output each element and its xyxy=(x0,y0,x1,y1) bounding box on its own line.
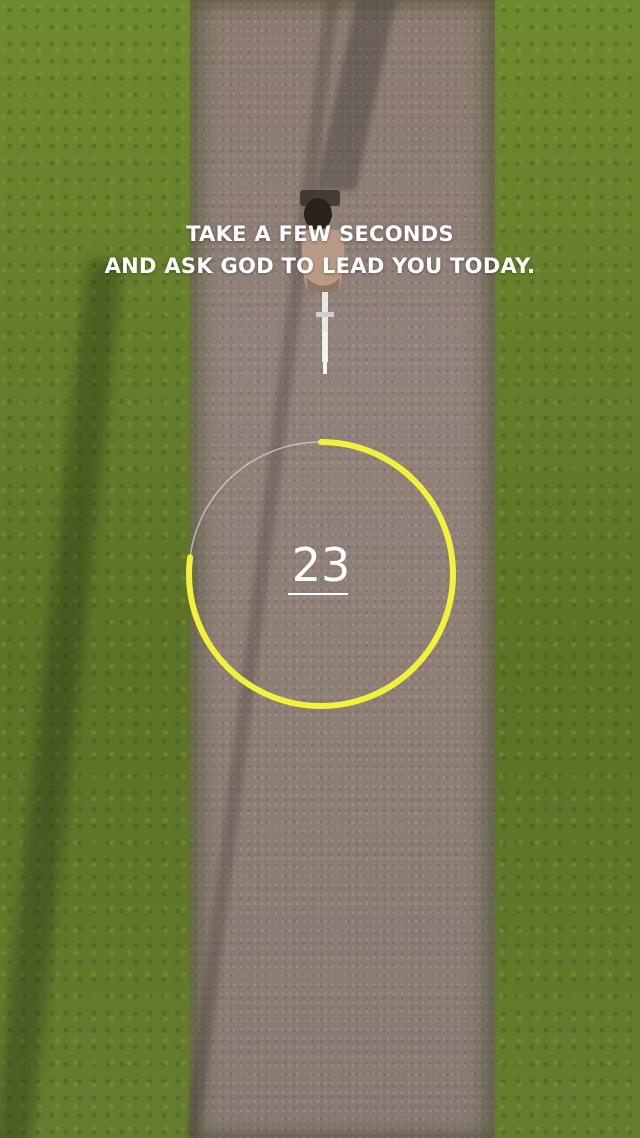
timer-count: 23 xyxy=(291,538,351,592)
prompt-text: TAKE A FEW SECONDS AND ASK GOD TO LEAD Y… xyxy=(0,218,640,282)
meditation-timer-screen: TAKE A FEW SECONDS AND ASK GOD TO LEAD Y… xyxy=(0,0,640,1138)
grass-right xyxy=(480,0,640,1138)
countdown-timer: 23 xyxy=(182,435,460,713)
prompt-line-1: TAKE A FEW SECONDS xyxy=(186,222,454,246)
prompt-line-2: AND ASK GOD TO LEAD YOU TODAY. xyxy=(104,254,536,278)
cyclist-image xyxy=(300,190,345,374)
grass-left xyxy=(0,0,205,1138)
timer-underline xyxy=(288,593,348,595)
